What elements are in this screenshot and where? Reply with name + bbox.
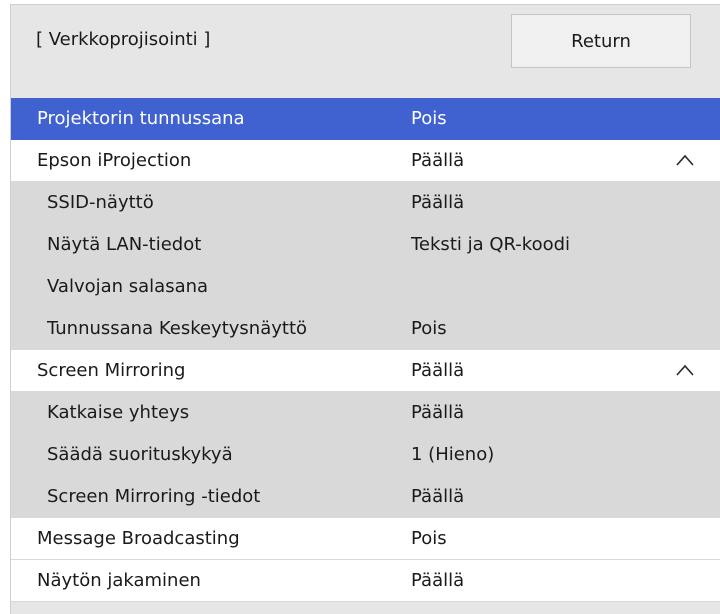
menu-item-ssid-naytto[interactable]: SSID-näyttö Päällä <box>11 182 720 224</box>
panel-header: [ Verkkoprojisointi ] Return <box>11 5 720 98</box>
menu-item-value: Päällä <box>411 192 465 213</box>
menu-item-epson-iprojection[interactable]: Epson iProjection Päällä <box>11 140 720 182</box>
menu-item-label: Epson iProjection <box>37 150 192 171</box>
menu-item-value: Päällä <box>411 150 465 171</box>
settings-list: Projektorin tunnussana Pois Epson iProje… <box>11 98 720 602</box>
menu-item-projektorin-tunnussana[interactable]: Projektorin tunnussana Pois <box>11 98 720 140</box>
menu-item-tunnussana-keskeytysnaytto[interactable]: Tunnussana Keskeytysnäyttö Pois <box>11 308 720 350</box>
menu-item-value: Päällä <box>411 486 465 507</box>
menu-item-value: Pois <box>411 528 447 549</box>
menu-item-valvojan-salasana[interactable]: Valvojan salasana <box>11 266 720 308</box>
menu-item-nayta-lan-tiedot[interactable]: Näytä LAN-tiedot Teksti ja QR-koodi <box>11 224 720 266</box>
menu-item-label: Message Broadcasting <box>37 528 240 549</box>
menu-item-label: Projektorin tunnussana <box>37 108 245 129</box>
menu-item-value: Pois <box>411 318 447 339</box>
return-button[interactable]: Return <box>511 14 691 68</box>
menu-item-value: 1 (Hieno) <box>411 444 495 465</box>
menu-item-label: Tunnussana Keskeytysnäyttö <box>47 318 308 339</box>
menu-item-label: SSID-näyttö <box>47 192 154 213</box>
menu-item-label: Näytön jakaminen <box>37 570 201 591</box>
chevron-up-icon[interactable] <box>675 153 695 167</box>
menu-item-label: Katkaise yhteys <box>47 402 190 423</box>
menu-item-value: Päällä <box>411 360 465 381</box>
menu-item-value: Teksti ja QR-koodi <box>411 234 571 255</box>
menu-item-katkaise-yhteys[interactable]: Katkaise yhteys Päällä <box>11 392 720 434</box>
menu-item-label: Screen Mirroring <box>37 360 186 381</box>
breadcrumb-title: [ Verkkoprojisointi ] <box>36 29 211 50</box>
menu-item-value: Päällä <box>411 402 465 423</box>
menu-item-label: Screen Mirroring -tiedot <box>47 486 261 507</box>
menu-item-saada-suorituskykya[interactable]: Säädä suorituskykyä 1 (Hieno) <box>11 434 720 476</box>
menu-item-message-broadcasting[interactable]: Message Broadcasting Pois <box>11 518 720 560</box>
menu-item-nayton-jakaminen[interactable]: Näytön jakaminen Päällä <box>11 560 720 602</box>
settings-panel: [ Verkkoprojisointi ] Return Projektorin… <box>10 4 720 614</box>
menu-item-label: Näytä LAN-tiedot <box>47 234 202 255</box>
menu-item-screen-mirroring-tiedot[interactable]: Screen Mirroring -tiedot Päällä <box>11 476 720 518</box>
menu-item-value: Päällä <box>411 570 465 591</box>
chevron-up-icon[interactable] <box>675 363 695 377</box>
menu-item-screen-mirroring[interactable]: Screen Mirroring Päällä <box>11 350 720 392</box>
menu-item-label: Säädä suorituskykyä <box>47 444 233 465</box>
menu-item-label: Valvojan salasana <box>47 276 209 297</box>
menu-item-value: Pois <box>411 108 447 129</box>
